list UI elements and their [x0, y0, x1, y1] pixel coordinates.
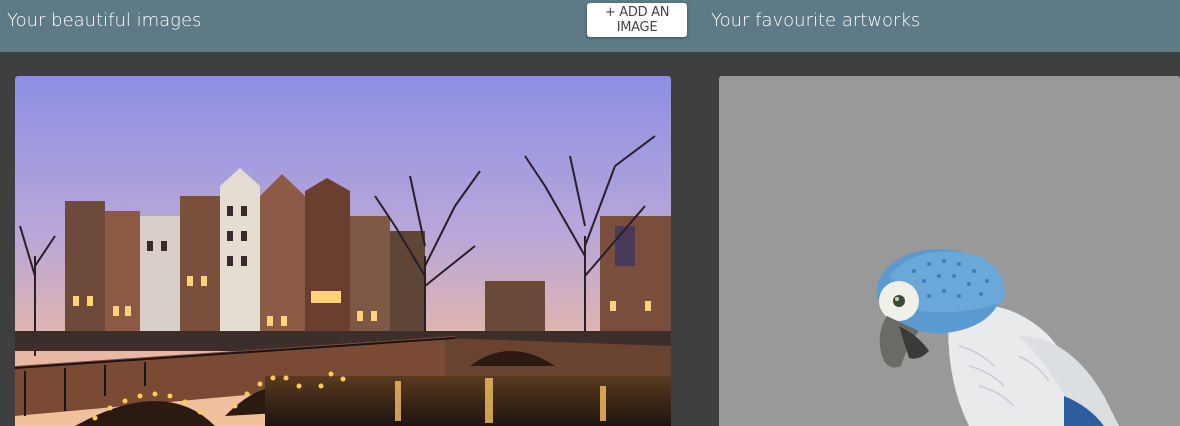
top-bar: Your beautiful images + ADD AN IMAGE You… [0, 0, 1180, 52]
section-title-artworks: Your favourite artworks [711, 10, 921, 31]
image-card-amsterdam[interactable] [15, 76, 671, 426]
add-image-button[interactable]: + ADD AN IMAGE [587, 3, 687, 37]
artwork-card-parrot[interactable] [719, 76, 1180, 426]
amsterdam-canal-image [15, 76, 671, 426]
parrot-artwork-image [719, 76, 1180, 426]
section-title-images: Your beautiful images [7, 10, 202, 31]
